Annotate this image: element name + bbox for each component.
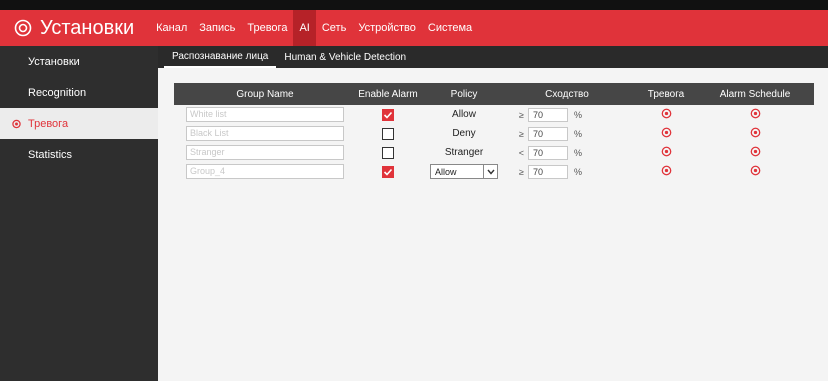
sidebar-item-recognition[interactable]: Recognition	[0, 77, 158, 108]
policy-selected-value: Allow	[435, 166, 457, 177]
tab-human-vehicle-detection[interactable]: Human & Vehicle Detection	[276, 46, 414, 68]
percent-unit: %	[574, 128, 583, 139]
gear-icon[interactable]	[661, 106, 672, 124]
sidebar-item-statistics[interactable]: Statistics	[0, 139, 158, 170]
group-name-field[interactable]: Black List	[186, 126, 344, 141]
table-row: Group_4 Allow ≥ 70 %	[174, 162, 814, 181]
tab-face-recognition[interactable]: Распознавание лица	[164, 46, 277, 68]
similarity-field[interactable]: 70	[528, 164, 568, 179]
sidebar-item-setup[interactable]: Установки	[0, 46, 158, 77]
sidebar: Установки Recognition Тревога Statistics	[0, 46, 158, 381]
chevron-down-icon[interactable]	[483, 165, 497, 178]
col-enable-alarm: Enable Alarm	[358, 88, 418, 100]
gear-icon	[12, 119, 21, 128]
col-alarm-schedule: Alarm Schedule	[719, 88, 791, 100]
col-policy: Policy	[450, 88, 478, 100]
table-header: Group Name Enable Alarm Policy Сходство …	[174, 83, 814, 105]
nav-item-alarm[interactable]: Тревога	[241, 10, 293, 46]
gear-icon[interactable]	[661, 144, 672, 162]
group-name-field[interactable]: Group_4	[186, 164, 344, 179]
gear-icon[interactable]	[750, 125, 761, 143]
comparison-operator: ≥	[519, 109, 524, 120]
settings-gear-icon	[14, 19, 32, 37]
policy-value: Allow	[452, 109, 476, 120]
similarity-field[interactable]: 70	[528, 107, 568, 122]
col-group-name: Group Name	[236, 88, 294, 100]
sidebar-item-label: Тревога	[28, 117, 69, 130]
top-header: Установки Канал Запись Тревога AI Сеть У…	[0, 10, 828, 46]
gear-icon[interactable]	[750, 163, 761, 181]
checkmark-icon	[383, 168, 393, 176]
gear-icon[interactable]	[661, 125, 672, 143]
col-similarity: Сходство	[545, 88, 589, 100]
gear-icon[interactable]	[750, 106, 761, 124]
sidebar-item-label: Statistics	[28, 148, 73, 161]
gear-icon[interactable]	[661, 163, 672, 181]
group-name-field[interactable]: Stranger	[186, 145, 344, 160]
comparison-operator: <	[518, 147, 524, 158]
comparison-operator: ≥	[519, 128, 524, 139]
table-row: White list Allow ≥ 70 %	[174, 105, 814, 124]
nav-item-system[interactable]: Система	[422, 10, 478, 46]
nav-item-network[interactable]: Сеть	[316, 10, 352, 46]
enable-alarm-checkbox[interactable]	[382, 165, 394, 178]
nav-item-ai[interactable]: AI	[293, 10, 316, 46]
alarm-group-table: Group Name Enable Alarm Policy Сходство …	[174, 83, 814, 181]
nav-item-device[interactable]: Устройство	[352, 10, 422, 46]
col-alarm: Тревога	[647, 88, 685, 100]
subtab-bar: Распознавание лица Human & Vehicle Detec…	[158, 46, 828, 68]
percent-unit: %	[574, 166, 583, 177]
app-title: Установки	[40, 16, 135, 39]
percent-unit: %	[574, 109, 583, 120]
enable-alarm-checkbox[interactable]	[382, 146, 394, 159]
nav-item-record[interactable]: Запись	[193, 10, 241, 46]
enable-alarm-checkbox[interactable]	[382, 127, 394, 140]
gear-icon[interactable]	[750, 144, 761, 162]
sidebar-item-alarm[interactable]: Тревога	[0, 108, 158, 139]
similarity-field[interactable]: 70	[528, 145, 568, 160]
policy-select[interactable]: Allow	[430, 164, 498, 179]
checkmark-icon	[383, 111, 393, 119]
table-row: Black List Deny ≥ 70 %	[174, 124, 814, 143]
sidebar-item-label: Установки	[28, 55, 80, 68]
sidebar-item-label: Recognition	[28, 86, 87, 99]
table-row: Stranger Stranger < 70 %	[174, 143, 814, 162]
nav-item-channel[interactable]: Канал	[150, 10, 193, 46]
main-content: Распознавание лица Human & Vehicle Detec…	[158, 46, 828, 381]
enable-alarm-checkbox[interactable]	[382, 108, 394, 121]
group-name-field[interactable]: White list	[186, 107, 344, 122]
main-nav: Канал Запись Тревога AI Сеть Устройство …	[150, 10, 478, 46]
similarity-field[interactable]: 70	[528, 126, 568, 141]
percent-unit: %	[574, 147, 583, 158]
policy-value: Stranger	[444, 147, 484, 158]
comparison-operator: ≥	[519, 166, 524, 177]
policy-value: Deny	[452, 128, 476, 139]
